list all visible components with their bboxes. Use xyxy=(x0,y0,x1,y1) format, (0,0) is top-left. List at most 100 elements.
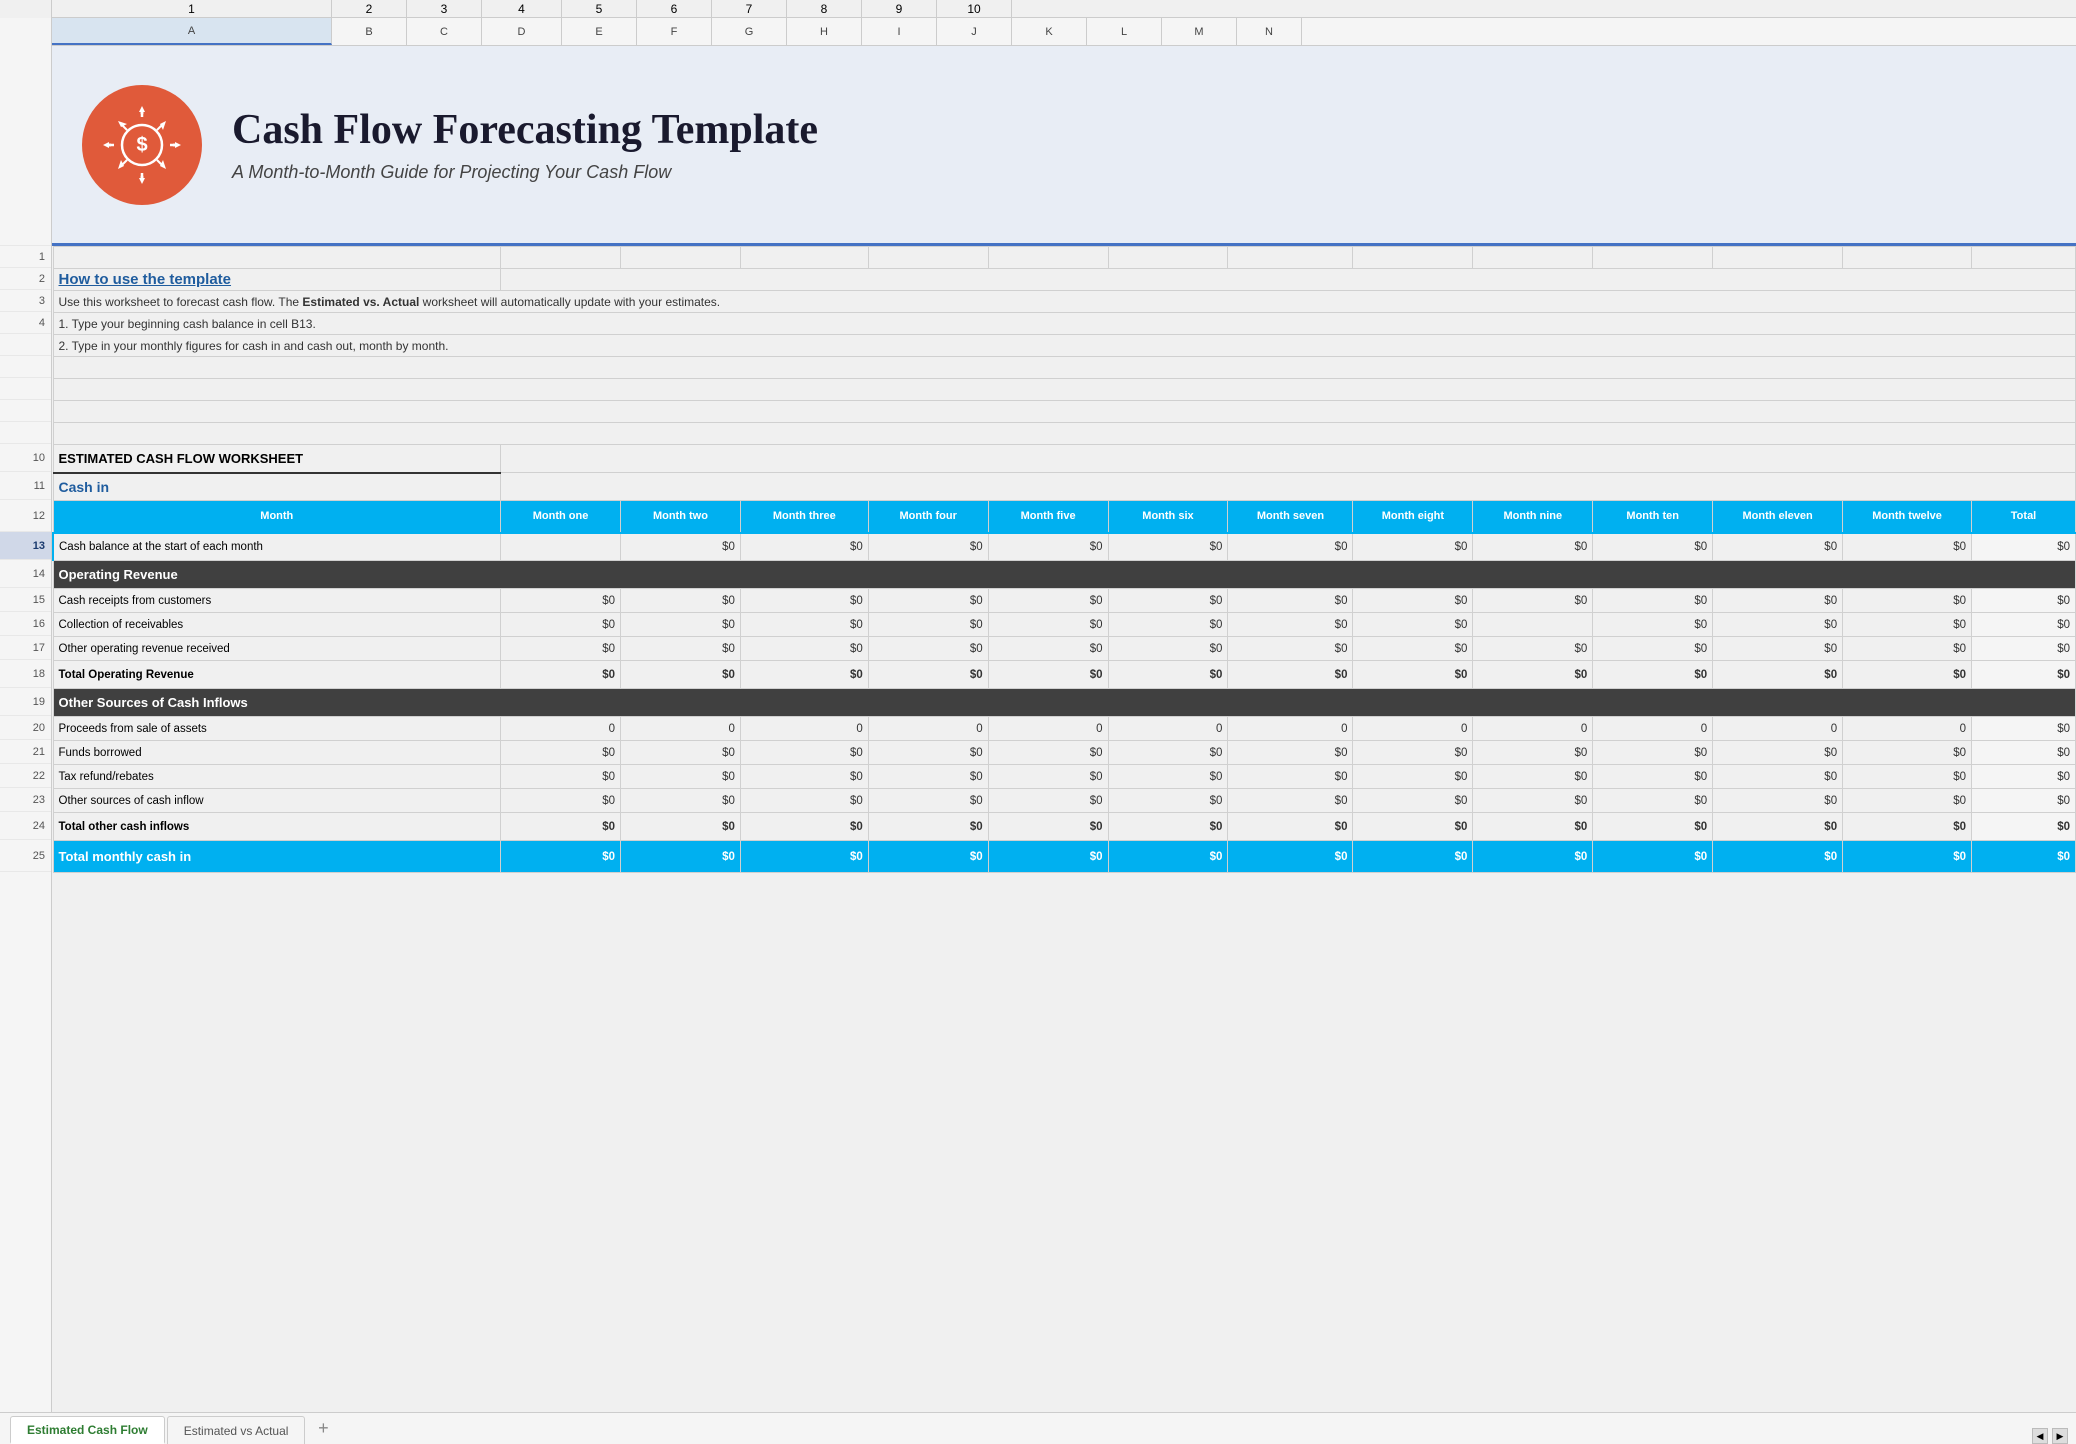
header-month-three[interactable]: Month three xyxy=(740,501,868,533)
cell-rest-10[interactable] xyxy=(501,445,2076,473)
cell-e13[interactable]: $0 xyxy=(868,533,988,561)
cell-a2[interactable]: How to use the template xyxy=(53,269,501,291)
cell-f25[interactable]: $0 xyxy=(988,841,1108,873)
cell-k22[interactable]: $0 xyxy=(1593,765,1713,789)
cell-a3[interactable]: Use this worksheet to forecast cash flow… xyxy=(53,291,2076,313)
cell-g15[interactable]: $0 xyxy=(1108,589,1228,613)
cell-k15[interactable]: $0 xyxy=(1593,589,1713,613)
cell-l23[interactable]: $0 xyxy=(1713,789,1843,813)
col-header-g[interactable]: G xyxy=(712,18,787,45)
cell-b16[interactable]: $0 xyxy=(501,613,621,637)
cell-n25[interactable]: $0 xyxy=(1972,841,2076,873)
cell-n13[interactable]: $0 xyxy=(1972,533,2076,561)
cell-n16[interactable]: $0 xyxy=(1972,613,2076,637)
cell-f22[interactable]: $0 xyxy=(988,765,1108,789)
cell-e21[interactable]: $0 xyxy=(868,741,988,765)
cell-a10[interactable]: ESTIMATED CASH FLOW WORKSHEET xyxy=(53,445,501,473)
cell-j21[interactable]: $0 xyxy=(1473,741,1593,765)
cell-f24[interactable]: $0 xyxy=(988,813,1108,841)
cell-a25[interactable]: Total monthly cash in xyxy=(53,841,501,873)
cell-b15[interactable]: $0 xyxy=(501,589,621,613)
cell-h1[interactable] xyxy=(1228,247,1353,269)
cell-b1[interactable] xyxy=(501,247,621,269)
cell-j20[interactable]: 0 xyxy=(1473,717,1593,741)
cell-d15[interactable]: $0 xyxy=(740,589,868,613)
cell-b23[interactable]: $0 xyxy=(501,789,621,813)
cell-f13[interactable]: $0 xyxy=(988,533,1108,561)
cell-a11[interactable]: Cash in xyxy=(53,473,501,501)
cell-a5[interactable]: 2. Type in your monthly figures for cash… xyxy=(53,335,2076,357)
cell-i25[interactable]: $0 xyxy=(1353,841,1473,873)
cell-m16[interactable]: $0 xyxy=(1843,613,1972,637)
tab-estimated-vs-actual[interactable]: Estimated vs Actual xyxy=(167,1416,306,1444)
cell-c21[interactable]: $0 xyxy=(620,741,740,765)
cell-b24[interactable]: $0 xyxy=(501,813,621,841)
cell-n18[interactable]: $0 xyxy=(1972,661,2076,689)
cell-g1[interactable] xyxy=(1108,247,1228,269)
cell-e18[interactable]: $0 xyxy=(868,661,988,689)
col-header-i[interactable]: I xyxy=(862,18,937,45)
cell-e24[interactable]: $0 xyxy=(868,813,988,841)
cell-h21[interactable]: $0 xyxy=(1228,741,1353,765)
header-month-seven[interactable]: Month seven xyxy=(1228,501,1353,533)
cell-a13[interactable]: Cash balance at the start of each month xyxy=(53,533,501,561)
cell-l13[interactable]: $0 xyxy=(1713,533,1843,561)
cell-i21[interactable]: $0 xyxy=(1353,741,1473,765)
cell-a15[interactable]: Cash receipts from customers xyxy=(53,589,501,613)
cell-j18[interactable]: $0 xyxy=(1473,661,1593,689)
cell-a19[interactable]: Other Sources of Cash Inflows xyxy=(53,689,2076,717)
col-header-a[interactable]: A xyxy=(52,18,332,45)
cell-a7[interactable] xyxy=(53,379,2076,401)
cell-i16[interactable]: $0 xyxy=(1353,613,1473,637)
cell-a17[interactable]: Other operating revenue received xyxy=(53,637,501,661)
cell-h18[interactable]: $0 xyxy=(1228,661,1353,689)
cell-b25[interactable]: $0 xyxy=(501,841,621,873)
cell-l18[interactable]: $0 xyxy=(1713,661,1843,689)
cell-l17[interactable]: $0 xyxy=(1713,637,1843,661)
cell-b13[interactable] xyxy=(501,533,621,561)
header-month-four[interactable]: Month four xyxy=(868,501,988,533)
cell-m17[interactable]: $0 xyxy=(1843,637,1972,661)
col-header-e[interactable]: E xyxy=(562,18,637,45)
cell-m18[interactable]: $0 xyxy=(1843,661,1972,689)
cell-f18[interactable]: $0 xyxy=(988,661,1108,689)
cell-m24[interactable]: $0 xyxy=(1843,813,1972,841)
header-month-ten[interactable]: Month ten xyxy=(1593,501,1713,533)
cell-b17[interactable]: $0 xyxy=(501,637,621,661)
cell-i15[interactable]: $0 xyxy=(1353,589,1473,613)
cell-i17[interactable]: $0 xyxy=(1353,637,1473,661)
cell-a18[interactable]: Total Operating Revenue xyxy=(53,661,501,689)
col-header-m[interactable]: M xyxy=(1162,18,1237,45)
cell-c22[interactable]: $0 xyxy=(620,765,740,789)
cell-g18[interactable]: $0 xyxy=(1108,661,1228,689)
cell-e23[interactable]: $0 xyxy=(868,789,988,813)
cell-j16[interactable] xyxy=(1473,613,1593,637)
cell-n20[interactable]: $0 xyxy=(1972,717,2076,741)
header-month-twelve[interactable]: Month twelve xyxy=(1843,501,1972,533)
col-header-k[interactable]: K xyxy=(1012,18,1087,45)
cell-m15[interactable]: $0 xyxy=(1843,589,1972,613)
cell-l25[interactable]: $0 xyxy=(1713,841,1843,873)
cell-a4[interactable]: 1. Type your beginning cash balance in c… xyxy=(53,313,2076,335)
tab-estimated-cash-flow[interactable]: Estimated Cash Flow xyxy=(10,1416,165,1444)
cell-j22[interactable]: $0 xyxy=(1473,765,1593,789)
cell-e22[interactable]: $0 xyxy=(868,765,988,789)
cell-m21[interactable]: $0 xyxy=(1843,741,1972,765)
cell-a23[interactable]: Other sources of cash inflow xyxy=(53,789,501,813)
cell-e20[interactable]: 0 xyxy=(868,717,988,741)
cell-c20[interactable]: 0 xyxy=(620,717,740,741)
cell-k25[interactable]: $0 xyxy=(1593,841,1713,873)
scroll-left-btn[interactable]: ◀ xyxy=(2032,1428,2048,1444)
cell-g20[interactable]: 0 xyxy=(1108,717,1228,741)
cell-rest-2[interactable] xyxy=(501,269,2076,291)
cell-l21[interactable]: $0 xyxy=(1713,741,1843,765)
cell-d22[interactable]: $0 xyxy=(740,765,868,789)
cell-m23[interactable]: $0 xyxy=(1843,789,1972,813)
cell-b20[interactable]: 0 xyxy=(501,717,621,741)
cell-c1[interactable] xyxy=(620,247,740,269)
cell-e25[interactable]: $0 xyxy=(868,841,988,873)
col-header-h[interactable]: H xyxy=(787,18,862,45)
cell-c16[interactable]: $0 xyxy=(620,613,740,637)
cell-d13[interactable]: $0 xyxy=(740,533,868,561)
scroll-right-btn[interactable]: ▶ xyxy=(2052,1428,2068,1444)
